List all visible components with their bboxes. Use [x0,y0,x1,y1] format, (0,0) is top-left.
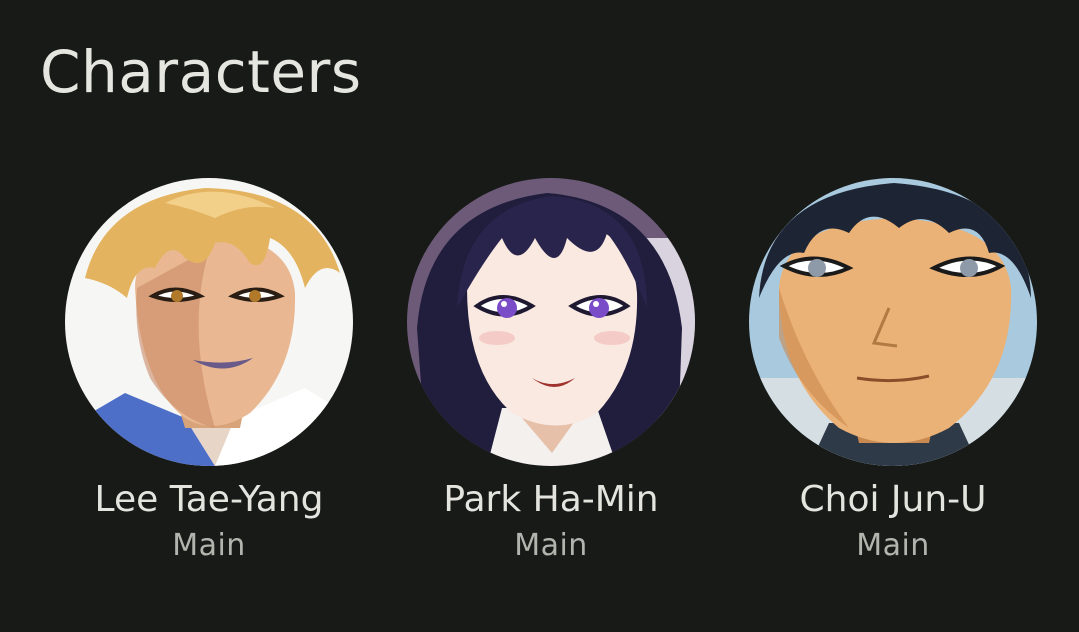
character-card-lee-tae-yang[interactable]: Lee Tae-Yang Main [38,178,380,566]
portrait-avatar-icon [65,178,353,466]
portrait-avatar-icon [749,178,1037,466]
character-name: Park Ha-Min [443,479,659,520]
portrait-avatar-icon [407,178,695,466]
section-title: Characters [40,38,362,106]
character-card-park-ha-min[interactable]: Park Ha-Min Main [380,178,722,566]
character-avatar-park-ha-min[interactable] [407,178,695,466]
character-name: Lee Tae-Yang [94,479,324,520]
character-avatar-lee-tae-yang[interactable] [65,178,353,466]
character-avatar-choi-jun-u[interactable] [749,178,1037,466]
character-list: Lee Tae-Yang Main Park Ha-Min Main Choi … [0,178,1079,578]
character-name: Choi Jun-U [799,479,987,520]
character-role: Main [856,528,930,563]
character-card-choi-jun-u[interactable]: Choi Jun-U Main [722,178,1064,566]
character-role: Main [514,528,588,563]
character-role: Main [172,528,246,563]
